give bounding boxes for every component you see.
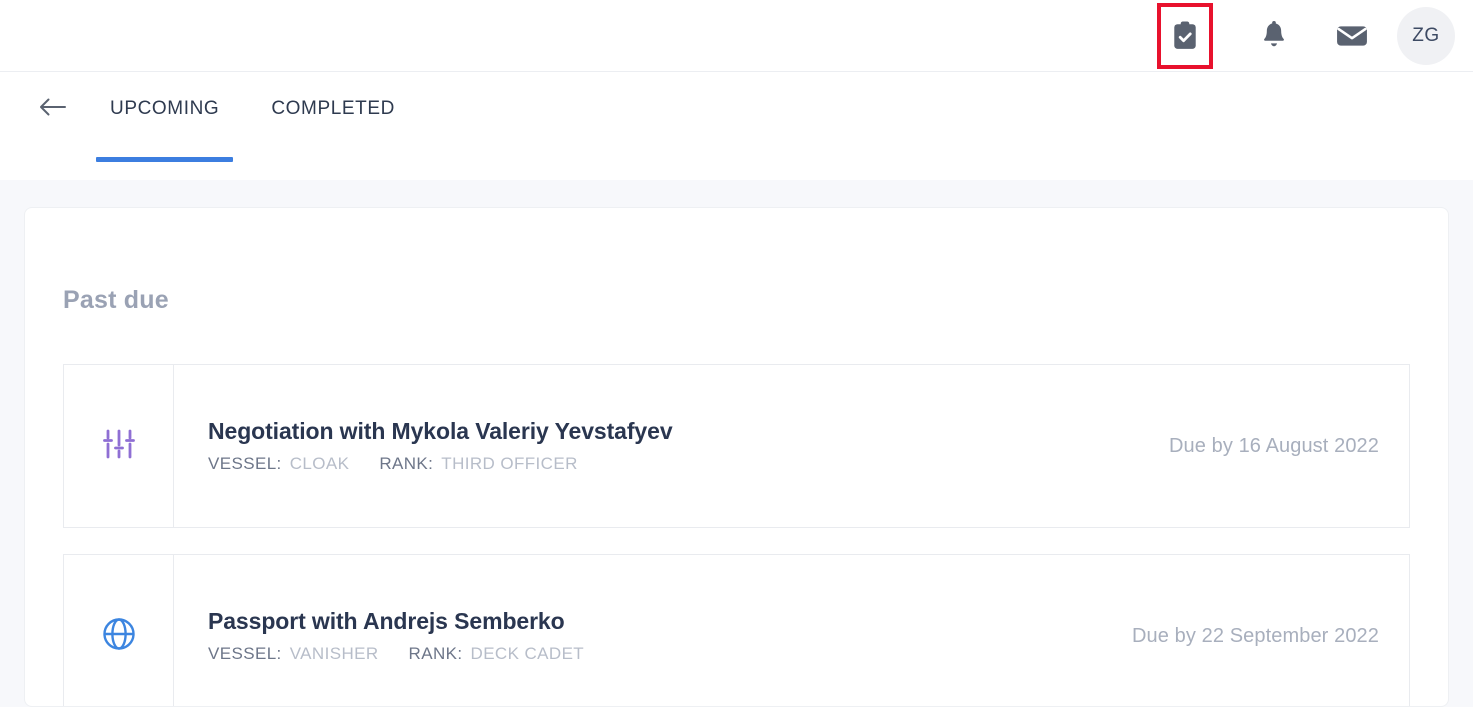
task-meta: VESSEL: CLOAK RANK: THIRD OFFICER — [208, 454, 673, 474]
header-actions: ZG — [1157, 0, 1461, 72]
top-header-bar: ZG — [0, 0, 1473, 72]
tab-upcoming[interactable]: UPCOMING — [96, 72, 234, 180]
task-due-date: Due by 16 August 2022 — [1168, 434, 1379, 457]
arrow-left-icon — [39, 97, 67, 122]
task-due-date: Due by 22 September 2022 — [1131, 624, 1379, 647]
messages-button[interactable] — [1313, 0, 1391, 72]
vessel-label: VESSEL: — [208, 644, 282, 663]
vessel-value: VANISHER — [289, 644, 379, 663]
back-button[interactable] — [36, 92, 70, 126]
globe-icon — [101, 616, 137, 657]
rank-value: DECK CADET — [470, 644, 585, 663]
task-title: Negotiation with Mykola Valeriy Yevstafy… — [208, 418, 673, 444]
tasks-card: Past due Negotiation with Mykola Valeriy… — [24, 207, 1449, 707]
envelope-icon — [1336, 23, 1368, 49]
notifications-button[interactable] — [1235, 0, 1313, 72]
rank-value: THIRD OFFICER — [441, 454, 578, 473]
vessel-label: VESSEL: — [208, 454, 282, 473]
tab-bar: UPCOMING COMPLETED — [0, 72, 1473, 180]
vessel-value: CLOAK — [289, 454, 350, 473]
rank-label: RANK: — [408, 644, 463, 663]
tab-completed[interactable]: COMPLETED — [257, 72, 409, 180]
clipboard-check-icon — [1172, 21, 1198, 51]
task-icon-cell — [64, 365, 174, 527]
task-icon-cell — [64, 555, 174, 706]
task-row[interactable]: Passport with Andrejs Semberko VESSEL: VA… — [63, 554, 1410, 706]
task-row[interactable]: Negotiation with Mykola Valeriy Yevstafy… — [63, 364, 1410, 528]
task-text: Negotiation with Mykola Valeriy Yevstafy… — [208, 418, 673, 474]
task-body: Passport with Andrejs Semberko VESSEL: VA… — [174, 555, 1409, 706]
sliders-icon — [101, 426, 137, 467]
task-text: Passport with Andrejs Semberko VESSEL: VA… — [208, 608, 584, 664]
page-content: Past due Negotiation with Mykola Valeriy… — [0, 180, 1473, 707]
tasks-clipboard-button[interactable] — [1157, 2, 1213, 69]
bell-icon — [1260, 20, 1288, 51]
section-title: Past due — [63, 286, 169, 314]
rank-label: RANK: — [379, 454, 434, 473]
avatar[interactable]: ZG — [1397, 6, 1455, 65]
task-body: Negotiation with Mykola Valeriy Yevstafy… — [174, 365, 1409, 527]
tabs: UPCOMING COMPLETED — [96, 72, 409, 180]
task-meta: VESSEL: VANISHER RANK: DECK CADET — [208, 644, 584, 664]
task-title: Passport with Andrejs Semberko — [208, 608, 565, 634]
